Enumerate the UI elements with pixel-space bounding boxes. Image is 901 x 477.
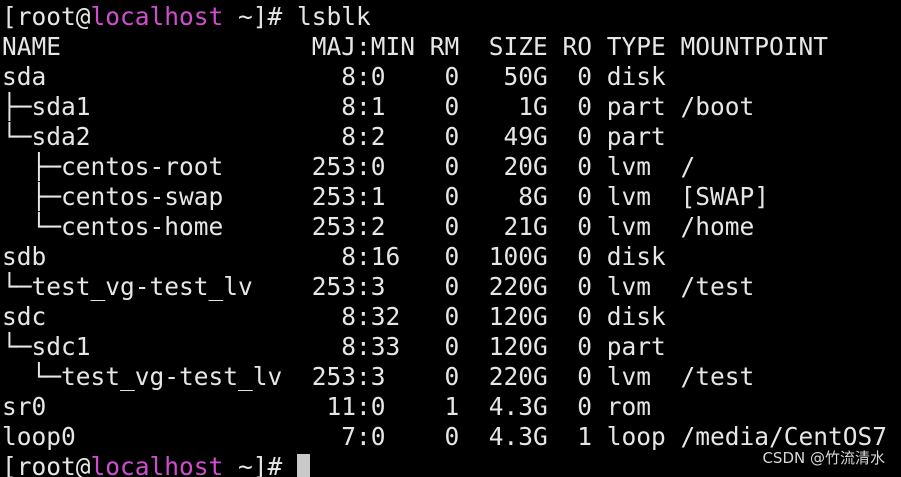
table-row: └─test_vg-test_lv 253:3 0 220G 0 lvm /te… [2, 362, 755, 391]
terminal-window[interactable]: [root@localhost ~]# lsblk NAME MAJ:MIN R… [0, 0, 901, 477]
command-text: lsblk [297, 2, 371, 31]
table-row: sdb 8:16 0 100G 0 disk [2, 242, 681, 271]
prompt-line: [root@localhost ~]# lsblk [2, 2, 901, 32]
table-header: NAME MAJ:MIN RM SIZE RO TYPE MOUNTPOINT [2, 32, 829, 61]
table-row: sr0 11:0 1 4.3G 0 rom [2, 392, 681, 421]
table-row: └─sdc1 8:33 0 120G 0 part [2, 332, 681, 361]
table-row: sda 8:0 0 50G 0 disk [2, 62, 681, 91]
table-row: ├─centos-root 253:0 0 20G 0 lvm / [2, 152, 696, 181]
prompt-close: ~]# [223, 452, 298, 477]
table-row: sdc 8:32 0 120G 0 disk [2, 302, 681, 331]
table-row: └─test_vg-test_lv 253:3 0 220G 0 lvm /te… [2, 272, 755, 301]
table-row: ├─centos-swap 253:1 0 8G 0 lvm [SWAP] [2, 182, 770, 211]
watermark: CSDN @竹流清水 [762, 449, 885, 467]
table-row: loop0 7:0 0 4.3G 1 loop /media/CentOS7 [2, 422, 888, 451]
text-cursor[interactable] [297, 454, 311, 477]
prompt-open: [root@ [2, 452, 91, 477]
prompt-hostname: localhost [90, 2, 224, 31]
prompt-hostname: localhost [90, 452, 224, 477]
table-row: └─centos-home 253:2 0 21G 0 lvm /home [2, 212, 755, 241]
table-row: └─sda2 8:2 0 49G 0 part [2, 122, 681, 151]
prompt-close: ~]# [223, 2, 298, 31]
prompt-open: [root@ [2, 2, 91, 31]
table-row: ├─sda1 8:1 0 1G 0 part /boot [2, 92, 755, 121]
